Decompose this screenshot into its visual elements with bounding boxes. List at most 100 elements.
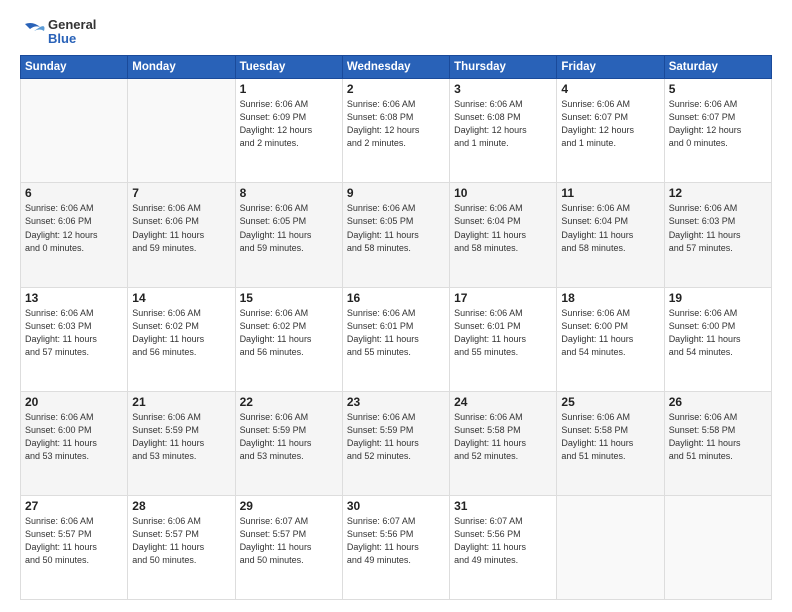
calendar-cell: 13 Sunrise: 6:06 AMSunset: 6:03 PMDayligh…	[21, 287, 128, 391]
calendar-cell: 12 Sunrise: 6:06 AMSunset: 6:03 PMDayligh…	[664, 183, 771, 287]
cell-detail: Sunrise: 6:06 AMSunset: 6:01 PMDaylight:…	[454, 307, 552, 359]
cell-detail: Sunrise: 6:07 AMSunset: 5:57 PMDaylight:…	[240, 515, 338, 567]
day-number: 16	[347, 291, 445, 305]
day-number: 30	[347, 499, 445, 513]
calendar-cell: 20 Sunrise: 6:06 AMSunset: 6:00 PMDayligh…	[21, 391, 128, 495]
calendar-cell: 31 Sunrise: 6:07 AMSunset: 5:56 PMDayligh…	[450, 495, 557, 599]
calendar-cell: 27 Sunrise: 6:06 AMSunset: 5:57 PMDayligh…	[21, 495, 128, 599]
page: General Blue SundayMondayTuesdayWednesda…	[0, 0, 792, 612]
day-header-tuesday: Tuesday	[235, 56, 342, 79]
calendar-cell: 23Sunrise: 6:06 AMSunset: 5:59 PMDayligh…	[342, 391, 449, 495]
calendar-cell: 1 Sunrise: 6:06 AMSunset: 6:09 PMDaylight…	[235, 79, 342, 183]
calendar-header-row: SundayMondayTuesdayWednesdayThursdayFrid…	[21, 56, 772, 79]
day-number: 17	[454, 291, 552, 305]
calendar-cell: 30Sunrise: 6:07 AMSunset: 5:56 PMDayligh…	[342, 495, 449, 599]
day-number: 2	[347, 82, 445, 96]
cell-detail: Sunrise: 6:06 AMSunset: 6:00 PMDaylight:…	[25, 411, 123, 463]
cell-detail: Sunrise: 6:06 AMSunset: 5:57 PMDaylight:…	[25, 515, 123, 567]
day-number: 25	[561, 395, 659, 409]
header: General Blue	[20, 18, 772, 45]
calendar-cell: 16 Sunrise: 6:06 AMSunset: 6:01 PMDayligh…	[342, 287, 449, 391]
calendar-cell: 19 Sunrise: 6:06 AMSunset: 6:00 PMDayligh…	[664, 287, 771, 391]
calendar-week-row: 1 Sunrise: 6:06 AMSunset: 6:09 PMDaylight…	[21, 79, 772, 183]
cell-detail: Sunrise: 6:06 AMSunset: 6:05 PMDaylight:…	[240, 202, 338, 254]
calendar-cell: 26 Sunrise: 6:06 AMSunset: 5:58 PMDayligh…	[664, 391, 771, 495]
day-header-monday: Monday	[128, 56, 235, 79]
calendar-cell: 9 Sunrise: 6:06 AMSunset: 6:05 PMDaylight…	[342, 183, 449, 287]
cell-detail: Sunrise: 6:06 AMSunset: 6:08 PMDaylight:…	[347, 98, 445, 150]
day-number: 4	[561, 82, 659, 96]
day-number: 13	[25, 291, 123, 305]
calendar-cell: 11 Sunrise: 6:06 AMSunset: 6:04 PMDayligh…	[557, 183, 664, 287]
day-header-sunday: Sunday	[21, 56, 128, 79]
cell-detail: Sunrise: 6:06 AMSunset: 6:01 PMDaylight:…	[347, 307, 445, 359]
logo-general-text: General	[48, 18, 96, 32]
calendar-cell: 21Sunrise: 6:06 AMSunset: 5:59 PMDayligh…	[128, 391, 235, 495]
cell-detail: Sunrise: 6:06 AMSunset: 6:04 PMDaylight:…	[454, 202, 552, 254]
cell-detail: Sunrise: 6:07 AMSunset: 5:56 PMDaylight:…	[454, 515, 552, 567]
calendar-cell: 24 Sunrise: 6:06 AMSunset: 5:58 PMDayligh…	[450, 391, 557, 495]
day-number: 1	[240, 82, 338, 96]
cell-detail: Sunrise: 6:06 AMSunset: 5:58 PMDaylight:…	[454, 411, 552, 463]
calendar-cell: 25Sunrise: 6:06 AMSunset: 5:58 PMDayligh…	[557, 391, 664, 495]
cell-detail: Sunrise: 6:06 AMSunset: 6:08 PMDaylight:…	[454, 98, 552, 150]
calendar-cell: 5Sunrise: 6:06 AMSunset: 6:07 PMDaylight…	[664, 79, 771, 183]
calendar-week-row: 13 Sunrise: 6:06 AMSunset: 6:03 PMDayligh…	[21, 287, 772, 391]
day-number: 7	[132, 186, 230, 200]
logo: General Blue	[20, 18, 96, 45]
day-number: 27	[25, 499, 123, 513]
day-header-thursday: Thursday	[450, 56, 557, 79]
cell-detail: Sunrise: 6:06 AMSunset: 6:00 PMDaylight:…	[669, 307, 767, 359]
day-number: 24	[454, 395, 552, 409]
day-number: 22	[240, 395, 338, 409]
calendar-cell: 2 Sunrise: 6:06 AMSunset: 6:08 PMDaylight…	[342, 79, 449, 183]
day-number: 19	[669, 291, 767, 305]
cell-detail: Sunrise: 6:06 AMSunset: 6:02 PMDaylight:…	[132, 307, 230, 359]
calendar-cell	[128, 79, 235, 183]
calendar-cell	[664, 495, 771, 599]
cell-detail: Sunrise: 6:06 AMSunset: 6:04 PMDaylight:…	[561, 202, 659, 254]
cell-detail: Sunrise: 6:06 AMSunset: 5:59 PMDaylight:…	[240, 411, 338, 463]
day-number: 23	[347, 395, 445, 409]
calendar-cell: 15 Sunrise: 6:06 AMSunset: 6:02 PMDayligh…	[235, 287, 342, 391]
day-number: 12	[669, 186, 767, 200]
calendar-cell: 17 Sunrise: 6:06 AMSunset: 6:01 PMDayligh…	[450, 287, 557, 391]
day-number: 10	[454, 186, 552, 200]
day-number: 31	[454, 499, 552, 513]
calendar-cell: 14 Sunrise: 6:06 AMSunset: 6:02 PMDayligh…	[128, 287, 235, 391]
cell-detail: Sunrise: 6:06 AMSunset: 5:59 PMDaylight:…	[132, 411, 230, 463]
day-number: 15	[240, 291, 338, 305]
calendar-cell	[21, 79, 128, 183]
calendar-week-row: 6Sunrise: 6:06 AMSunset: 6:06 PMDaylight…	[21, 183, 772, 287]
calendar-table: SundayMondayTuesdayWednesdayThursdayFrid…	[20, 55, 772, 600]
calendar-week-row: 27 Sunrise: 6:06 AMSunset: 5:57 PMDayligh…	[21, 495, 772, 599]
calendar-cell: 10 Sunrise: 6:06 AMSunset: 6:04 PMDayligh…	[450, 183, 557, 287]
day-number: 20	[25, 395, 123, 409]
day-number: 14	[132, 291, 230, 305]
calendar-cell: 7 Sunrise: 6:06 AMSunset: 6:06 PMDaylight…	[128, 183, 235, 287]
cell-detail: Sunrise: 6:06 AMSunset: 6:06 PMDaylight:…	[132, 202, 230, 254]
day-number: 29	[240, 499, 338, 513]
day-header-wednesday: Wednesday	[342, 56, 449, 79]
cell-detail: Sunrise: 6:06 AMSunset: 5:58 PMDaylight:…	[669, 411, 767, 463]
calendar-cell: 18Sunrise: 6:06 AMSunset: 6:00 PMDayligh…	[557, 287, 664, 391]
cell-detail: Sunrise: 6:06 AMSunset: 6:02 PMDaylight:…	[240, 307, 338, 359]
day-number: 5	[669, 82, 767, 96]
day-number: 18	[561, 291, 659, 305]
calendar-cell: 6Sunrise: 6:06 AMSunset: 6:06 PMDaylight…	[21, 183, 128, 287]
calendar-cell: 3 Sunrise: 6:06 AMSunset: 6:08 PMDaylight…	[450, 79, 557, 183]
day-number: 26	[669, 395, 767, 409]
calendar-cell: 29 Sunrise: 6:07 AMSunset: 5:57 PMDayligh…	[235, 495, 342, 599]
calendar-cell: 22 Sunrise: 6:06 AMSunset: 5:59 PMDayligh…	[235, 391, 342, 495]
calendar-cell: 28Sunrise: 6:06 AMSunset: 5:57 PMDayligh…	[128, 495, 235, 599]
day-number: 11	[561, 186, 659, 200]
day-number: 28	[132, 499, 230, 513]
logo-blue-text: Blue	[48, 32, 96, 46]
day-number: 9	[347, 186, 445, 200]
cell-detail: Sunrise: 6:06 AMSunset: 6:09 PMDaylight:…	[240, 98, 338, 150]
day-number: 3	[454, 82, 552, 96]
cell-detail: Sunrise: 6:06 AMSunset: 6:03 PMDaylight:…	[669, 202, 767, 254]
day-number: 8	[240, 186, 338, 200]
cell-detail: Sunrise: 6:06 AMSunset: 6:05 PMDaylight:…	[347, 202, 445, 254]
cell-detail: Sunrise: 6:06 AMSunset: 6:03 PMDaylight:…	[25, 307, 123, 359]
